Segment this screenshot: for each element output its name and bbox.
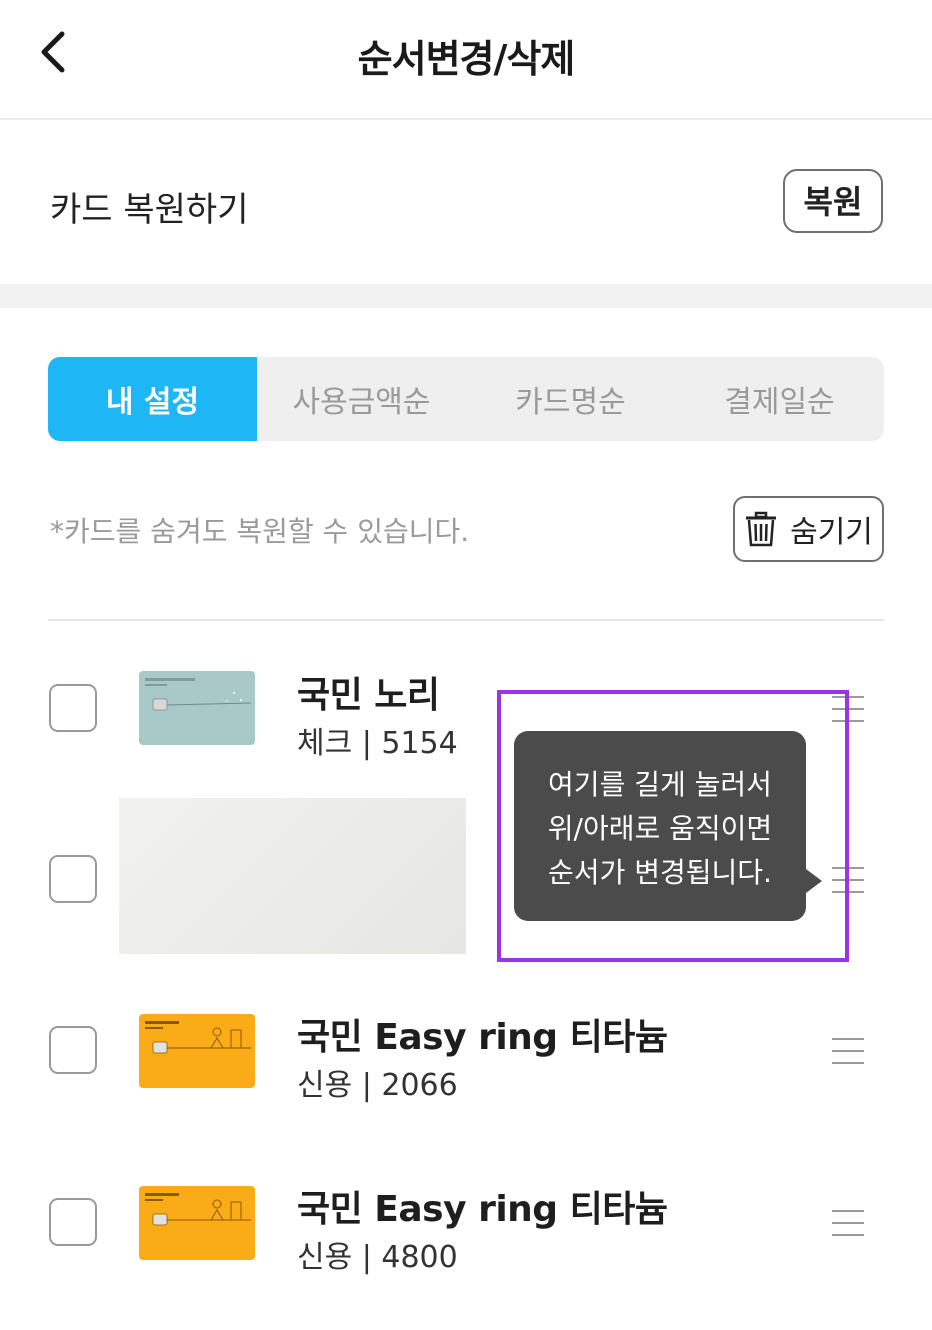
card-checkbox[interactable] xyxy=(49,1026,97,1074)
drag-handle-icon[interactable] xyxy=(832,1210,864,1236)
page-title: 순서변경/삭제 xyxy=(357,37,576,81)
card-name: 국민 노리 xyxy=(297,675,440,716)
hide-button-label: 숨기기 xyxy=(790,515,873,550)
tab-my-settings[interactable]: 내 설정 xyxy=(48,357,257,441)
list-divider xyxy=(48,619,884,621)
card-type-number: 신용 | 4800 xyxy=(297,1240,458,1275)
section-divider xyxy=(0,284,932,308)
card-row: 국민 Easy ring 티타늄 신용 | 4800 xyxy=(0,1158,932,1288)
card-type-number: 체크 | 5154 xyxy=(297,726,458,761)
card-type-number: 신용 | 2066 xyxy=(297,1068,458,1103)
restore-button[interactable]: 복원 xyxy=(783,169,883,233)
card-thumbnail-orange xyxy=(139,1186,255,1260)
card-name: 국민 Easy ring 티타늄 xyxy=(297,1017,668,1058)
hide-notice-text: *카드를 숨겨도 복원할 수 있습니다. xyxy=(50,515,470,548)
trash-icon xyxy=(746,511,777,547)
card-checkbox[interactable] xyxy=(49,855,97,903)
highlight-box xyxy=(497,690,849,962)
card-thumbnail-teal xyxy=(139,671,255,745)
tab-payment-date[interactable]: 결제일순 xyxy=(675,357,884,441)
card-checkbox[interactable] xyxy=(49,684,97,732)
restore-card-label: 카드 복원하기 xyxy=(50,190,249,230)
card-checkbox[interactable] xyxy=(49,1198,97,1246)
tab-card-name[interactable]: 카드명순 xyxy=(466,357,675,441)
hide-button[interactable]: 숨기기 xyxy=(733,496,884,562)
drag-handle-icon[interactable] xyxy=(832,1038,864,1064)
tab-usage-amount[interactable]: 사용금액순 xyxy=(257,357,466,441)
card-row: 국민 Easy ring 티타늄 신용 | 2066 xyxy=(0,986,932,1116)
card-name: 국민 Easy ring 티타늄 xyxy=(297,1189,668,1230)
card-thumbnail-orange xyxy=(139,1014,255,1088)
sort-tabs: 내 설정 사용금액순 카드명순 결제일순 xyxy=(48,357,884,441)
redacted-card-info xyxy=(119,798,466,954)
